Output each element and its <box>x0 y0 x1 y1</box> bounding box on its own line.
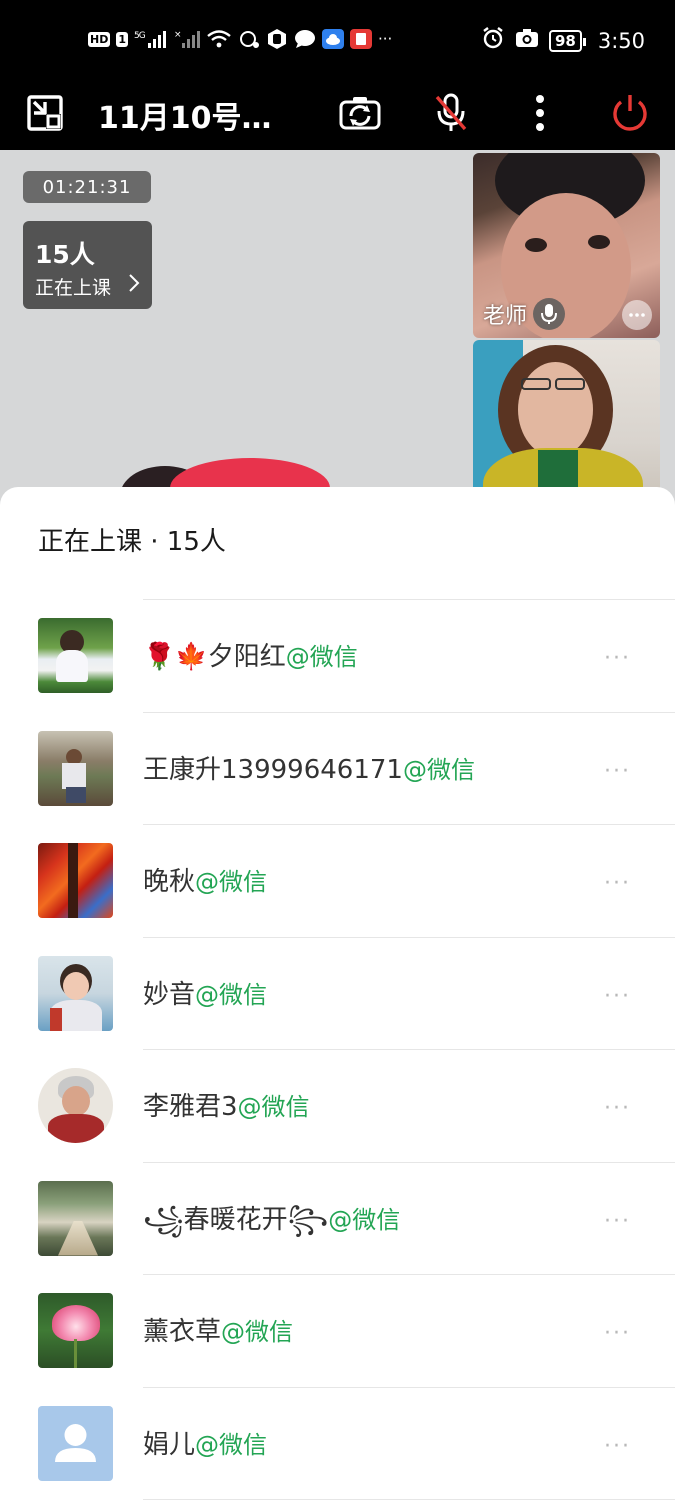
hd-badge: HD <box>88 31 111 47</box>
teacher-mic-icon <box>533 298 566 330</box>
participant-name-row: 晚秋 @微信 <box>143 861 267 898</box>
meeting-title: 11月10号… <box>98 101 272 136</box>
status-bar: HD 1 5G × ··· 98 3:50 <box>0 0 675 80</box>
list-item[interactable]: ꧁春暖花开꧂ @微信 ··· <box>0 1161 675 1275</box>
more-notifications-icon: ··· <box>378 30 393 48</box>
sim-badge: 1 <box>116 31 128 47</box>
student-glasses-left <box>521 378 551 390</box>
avatar <box>38 1405 113 1481</box>
more-icon[interactable]: ··· <box>604 984 631 1009</box>
wechat-tag: @微信 <box>195 868 268 896</box>
default-avatar-icon <box>55 1423 96 1462</box>
participant-name: 晚秋 <box>143 867 196 897</box>
participant-name: ꧁春暖花开꧂ <box>143 1204 329 1235</box>
list-item[interactable]: 薰衣草 @微信 ··· <box>0 1274 675 1387</box>
red-app-icon <box>350 29 372 49</box>
camera-status-icon <box>515 27 539 54</box>
signal-none-icon: × <box>174 29 200 49</box>
participants-sheet: 正在上课 · 15人 🌹🍁夕阳红 @微信 ··· 王康升13999646171 @微… <box>0 487 675 1500</box>
meeting-toolbar: 11月10号… <box>0 80 675 150</box>
participant-name: 🌹🍁夕阳红 <box>143 642 286 672</box>
hang-up-power-icon[interactable] <box>607 90 653 136</box>
attendance-count: 15人 <box>35 240 95 269</box>
participant-name-row: ꧁春暖花开꧂ @微信 <box>143 1199 400 1252</box>
sheet-title: 正在上课 · 15人 <box>38 527 226 557</box>
teacher-label: 老师 <box>483 304 528 329</box>
main-video-area[interactable]: 01:21:31 15人 正在上课 老师 <box>0 150 675 510</box>
wifi-icon <box>206 29 232 49</box>
student-glasses-right <box>555 378 585 390</box>
more-icon[interactable]: ··· <box>604 1321 631 1346</box>
participant-name: 王康升13999646171 <box>143 754 403 785</box>
wechat-tag: @微信 <box>285 643 358 671</box>
participant-name-row: 娟儿 @微信 <box>143 1424 267 1461</box>
status-right-icons: 98 3:50 <box>481 26 645 55</box>
avatar <box>38 730 113 806</box>
student-video-tile[interactable] <box>473 340 660 510</box>
message-icon <box>294 29 316 49</box>
participant-name-row: 王康升13999646171 @微信 <box>143 749 475 786</box>
more-icon[interactable]: ··· <box>604 871 631 896</box>
attendance-label: 正在上课 <box>35 277 112 299</box>
avatar <box>38 955 113 1031</box>
svg-text:×: × <box>174 30 182 40</box>
battery-indicator: 98 <box>548 29 586 52</box>
wechat-tag: @微信 <box>237 1093 310 1121</box>
meeting-timer: 01:21:31 <box>23 171 151 203</box>
attendance-badge[interactable]: 15人 正在上课 <box>23 221 152 309</box>
list-item[interactable]: 晚秋 @微信 ··· <box>0 824 675 937</box>
teacher-more-icon[interactable] <box>622 300 652 330</box>
teacher-name-label: 老师 <box>483 298 566 330</box>
avatar <box>38 1180 113 1256</box>
more-icon[interactable]: ··· <box>604 1209 631 1234</box>
alarm-icon <box>481 26 505 55</box>
wechat-tag: @微信 <box>221 1318 294 1346</box>
participant-name: 薰衣草 <box>143 1317 222 1347</box>
participant-name: 娟儿 <box>143 1429 196 1460</box>
participant-name: 妙音 <box>143 979 196 1010</box>
participant-name-row: 妙音 @微信 <box>143 974 267 1011</box>
more-options-icon[interactable] <box>517 90 563 136</box>
participant-name-row: 薰衣草 @微信 <box>143 1311 293 1348</box>
list-item[interactable]: 🌹🍁夕阳红 @微信 ··· <box>0 599 675 712</box>
participant-list: 🌹🍁夕阳红 @微信 ··· 王康升13999646171 @微信 ··· 晚秋 @微信… <box>0 599 675 1499</box>
more-icon[interactable]: ··· <box>604 1434 631 1459</box>
signal-5g-icon: 5G <box>134 29 168 49</box>
participant-name-row: 李雅君3 @微信 <box>143 1086 310 1123</box>
teacher-video-tile[interactable]: 老师 <box>473 153 660 338</box>
list-item[interactable]: 妙音 @微信 ··· <box>0 936 675 1050</box>
list-item[interactable]: 王康升13999646171 @微信 ··· <box>0 711 675 825</box>
mic-muted-icon[interactable] <box>428 90 474 136</box>
wechat-tag: @微信 <box>195 980 268 1009</box>
more-icon[interactable]: ··· <box>604 1096 631 1121</box>
wechat-tag: @微信 <box>328 1205 401 1234</box>
cloud-app-icon <box>322 29 344 49</box>
participant-name-row: 🌹🍁夕阳红 @微信 <box>143 636 358 673</box>
switch-camera-icon[interactable] <box>337 90 383 136</box>
clock: 3:50 <box>597 28 645 53</box>
hand-icon <box>266 28 288 50</box>
student-face <box>518 362 593 457</box>
participant-name: 李雅君3 <box>143 1092 238 1122</box>
avatar <box>38 618 113 693</box>
avatar <box>38 843 113 918</box>
avatar <box>38 1293 113 1368</box>
svg-text:5G: 5G <box>134 31 146 41</box>
list-item[interactable]: 娟儿 @微信 ··· <box>0 1386 675 1500</box>
status-left-icons: HD 1 5G × ··· <box>88 28 392 50</box>
wechat-tag: @微信 <box>402 755 475 784</box>
list-item[interactable]: 李雅君3 @微信 ··· <box>0 1049 675 1162</box>
teacher-eye-left <box>525 238 547 252</box>
minimize-window-icon[interactable] <box>22 90 68 136</box>
more-icon[interactable]: ··· <box>604 759 631 784</box>
more-icon[interactable]: ··· <box>604 646 631 671</box>
avatar <box>38 1068 113 1143</box>
sync-icon <box>238 29 260 49</box>
chevron-right-icon <box>128 273 140 298</box>
wechat-tag: @微信 <box>195 1430 268 1459</box>
teacher-eye-right <box>588 235 610 249</box>
